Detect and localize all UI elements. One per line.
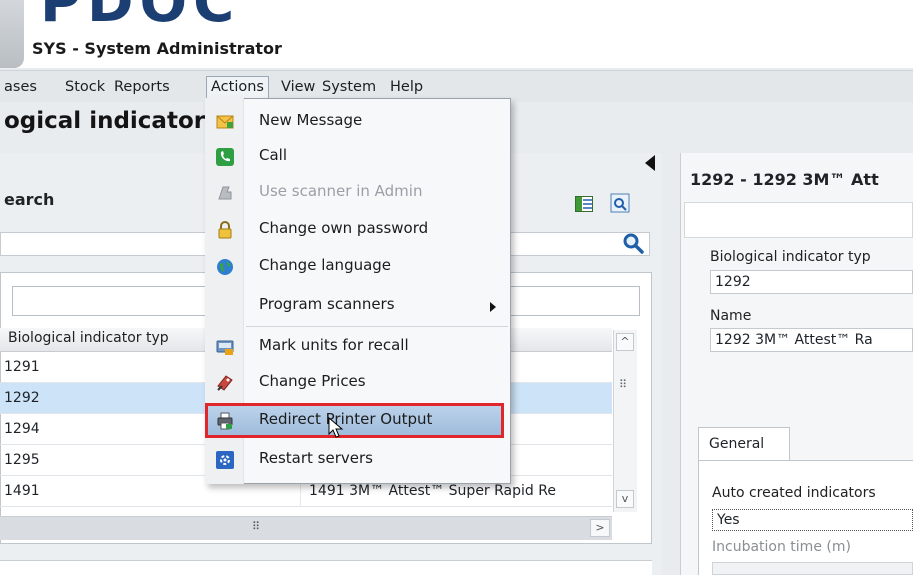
logo-tab <box>0 0 24 68</box>
scroll-grip-icon[interactable]: ⠿ <box>619 378 627 391</box>
menu-item-label: Program scanners <box>259 295 395 313</box>
scanner-icon <box>218 186 232 200</box>
mouse-cursor-icon <box>328 417 344 438</box>
page-title: ogical indicator <box>4 108 206 134</box>
panel-footer <box>0 560 652 575</box>
phone-icon <box>216 148 234 166</box>
vertical-scrollbar[interactable] <box>613 330 637 512</box>
auto-created-select[interactable]: Yes <box>712 509 913 531</box>
menu-item-call[interactable]: Call <box>206 140 510 174</box>
menu-item-restart-servers[interactable]: Restart servers <box>206 443 510 477</box>
menu-actions[interactable]: Actions <box>206 76 269 98</box>
globe-icon <box>217 259 233 275</box>
menu-item-label: Change Prices <box>259 372 366 390</box>
detail-title: 1292 - 1292 3M™ Att <box>690 170 879 189</box>
type-field[interactable]: 1292 <box>710 270 913 294</box>
menu-item-label: Change own password <box>259 219 429 237</box>
tab-general[interactable]: General <box>698 427 790 461</box>
auto-created-label: Auto created indicators <box>712 485 876 501</box>
row-code: 1294 <box>4 421 40 437</box>
lock-icon <box>218 221 232 239</box>
menu-help[interactable]: Help <box>386 76 427 98</box>
column-chooser-icon[interactable] <box>575 196 593 212</box>
menu-reports[interactable]: Reports <box>110 76 174 98</box>
menu-item-label: Redirect Printer Output <box>259 410 433 428</box>
detail-toolbar <box>684 202 913 238</box>
row-code: 1295 <box>4 452 40 468</box>
horizontal-scrollbar[interactable] <box>0 516 612 540</box>
menu-item-label: Call <box>259 146 288 164</box>
menu-stock[interactable]: Stock <box>61 76 109 98</box>
name-field[interactable]: 1292 3M™ Attest™ Ra <box>710 328 913 352</box>
menu-item-redirect-printer[interactable]: Redirect Printer Output <box>206 404 510 438</box>
menu-separator <box>246 326 508 327</box>
menu-item-label: Restart servers <box>259 449 373 467</box>
row-code: 1291 <box>4 359 40 375</box>
menu-item-change-password[interactable]: Change own password <box>206 213 510 247</box>
menu-purchases[interactable]: ases <box>0 76 41 98</box>
app-header: PDOC SYS - System Administrator <box>0 0 913 68</box>
type-label: Biological indicator typ <box>710 249 871 265</box>
menu-item-mark-recall[interactable]: Mark units for recall <box>206 330 510 364</box>
scroll-up-button[interactable]: ^ <box>616 333 634 351</box>
find-window-icon[interactable] <box>610 193 630 213</box>
incubation-label: Incubation time (m) <box>712 539 851 555</box>
menu-system[interactable]: System <box>318 76 380 98</box>
incubation-field[interactable] <box>712 562 913 575</box>
menu-item-change-prices[interactable]: Change Prices <box>206 366 510 400</box>
menu-item-label: New Message <box>259 111 363 129</box>
row-code: 1292 <box>4 390 40 406</box>
collapse-panel-icon[interactable] <box>645 155 655 171</box>
envelope-icon <box>216 115 234 129</box>
app-logo: PDOC <box>40 0 241 35</box>
menu-item-new-message[interactable]: New Message <box>206 105 510 139</box>
menu-item-label: Use scanner in Admin <box>259 182 423 200</box>
user-label: SYS - System Administrator <box>32 39 282 58</box>
menu-item-label: Mark units for recall <box>259 336 409 354</box>
column-header-type[interactable]: Biological indicator typ <box>8 330 169 346</box>
search-icon[interactable] <box>622 232 644 254</box>
name-label: Name <box>710 308 752 324</box>
row-code: 1491 <box>4 483 40 499</box>
submenu-arrow-icon <box>490 302 496 312</box>
scroll-down-button[interactable]: v <box>616 490 634 508</box>
printer-icon <box>217 412 233 430</box>
menu-view[interactable]: View <box>277 76 319 98</box>
scroll-right-button[interactable]: > <box>590 519 610 537</box>
search-heading: earch <box>4 190 55 209</box>
menu-item-label: Change language <box>259 256 392 274</box>
price-icon <box>217 375 233 391</box>
menu-item-program-scanners[interactable]: Program scanners <box>206 289 510 323</box>
hscroll-grip-icon[interactable]: ⠿ <box>252 520 260 533</box>
menu-item-change-language[interactable]: Change language <box>206 250 510 284</box>
restart-icon <box>216 451 234 469</box>
menu-item-use-scanner[interactable]: Use scanner in Admin <box>206 176 510 210</box>
recall-icon <box>216 340 234 355</box>
